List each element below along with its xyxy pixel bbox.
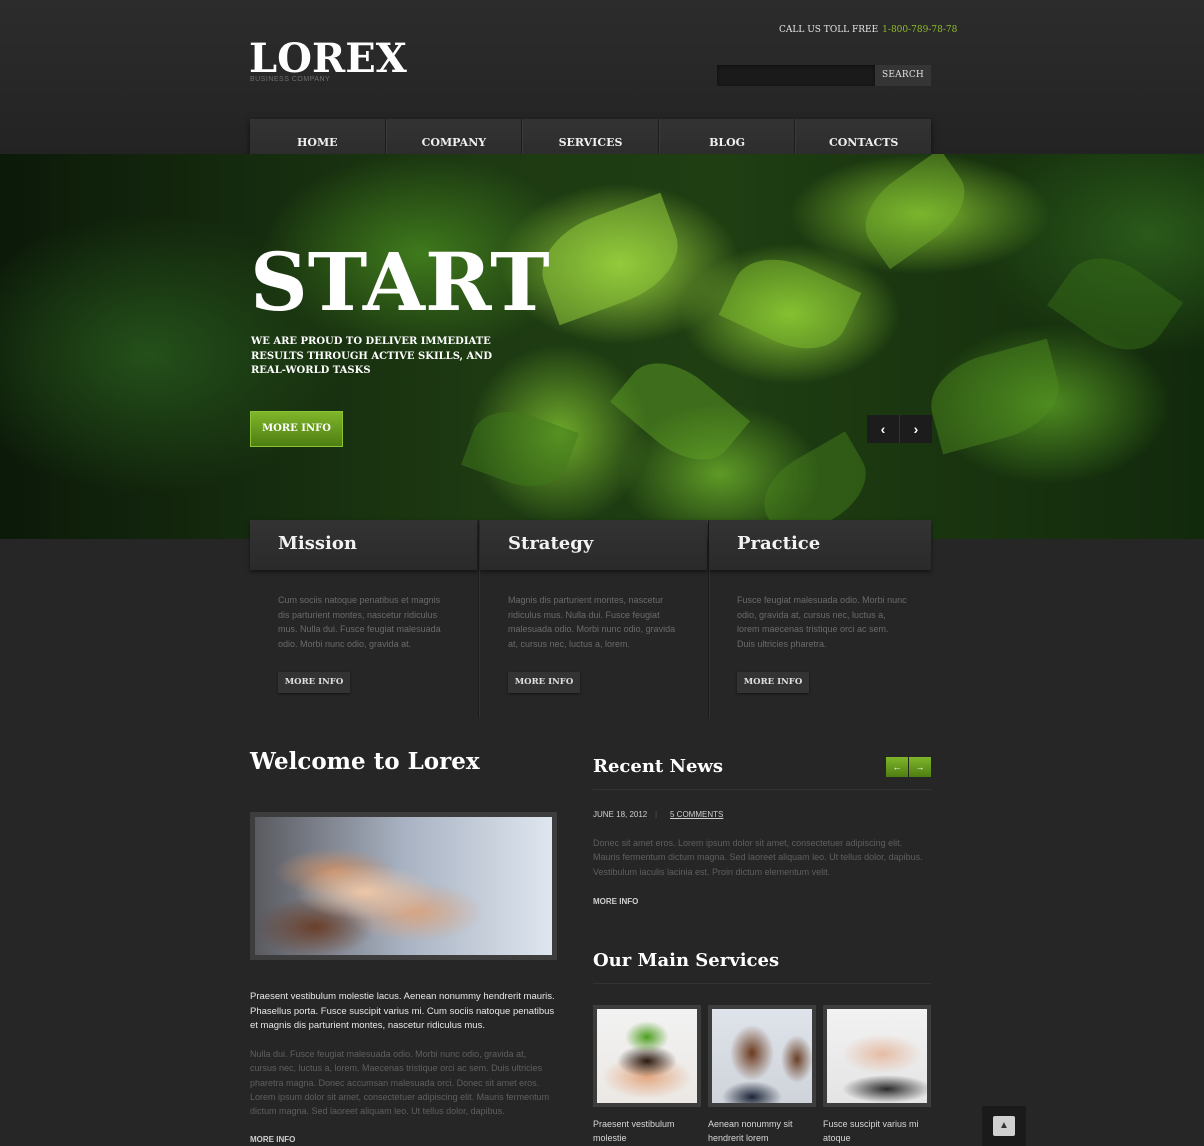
feature-strategy: Strategy Magnis dis parturient montes, n… <box>480 520 707 718</box>
nav-label: SERVICES <box>558 136 623 149</box>
news-body: Donec sit amet eros. Lorem ipsum dolor s… <box>593 838 923 877</box>
slide-more-info-button[interactable]: MORE INFO <box>250 411 343 447</box>
service-item[interactable]: Fusce suscipit varius mi atoque <box>823 1005 931 1145</box>
nav-label: CONTACTS <box>828 136 899 149</box>
feature-text: Cum sociis natoque penatibus et magnis d… <box>278 595 441 649</box>
arrow-right-icon[interactable]: → <box>909 757 931 777</box>
scroll-top: ▲ <box>982 1106 1026 1146</box>
more-info-button[interactable]: MORE INFO <box>508 672 580 693</box>
welcome-lead: Praesent vestibulum molestie lacus. Aene… <box>250 991 555 1031</box>
feature-title: Practice <box>737 533 821 554</box>
slide-heading: START <box>250 235 550 329</box>
feature-text: Magnis dis parturient montes, nascetur r… <box>508 595 676 649</box>
service-thumbnail[interactable] <box>593 1005 701 1107</box>
news-date: JUNE 18, 2012 <box>593 810 648 819</box>
arrow-left-icon[interactable]: ← <box>886 757 908 777</box>
slide-text: WE ARE PROUD TO DELIVER IMMEDIATE RESULT… <box>251 336 493 376</box>
service-thumbnail[interactable] <box>823 1005 931 1107</box>
search-input[interactable] <box>717 65 875 86</box>
news-more-info-link[interactable]: MORE INFO <box>593 897 638 906</box>
arrow-up-icon[interactable]: ▲ <box>993 1116 1015 1136</box>
divider <box>593 983 931 984</box>
service-item[interactable]: Aenean nonummy sit hendrerit lorem <box>708 1005 816 1145</box>
service-item[interactable]: Praesent vestibulum molestie <box>593 1005 701 1145</box>
welcome-title: Welcome to Lorex <box>250 748 480 775</box>
features-panel: Mission Cum sociis natoque penatibus et … <box>250 520 931 718</box>
logo-tagline: BUSINESS COMPANY <box>250 76 331 83</box>
phone-label: CALL US TOLL FREE <box>779 25 879 35</box>
nav-label: BLOG <box>709 136 746 149</box>
feature-mission: Mission Cum sociis natoque penatibus et … <box>250 520 477 718</box>
feature-text: Fusce feugiat malesuada odio. Morbi nunc… <box>737 595 907 649</box>
welcome-image <box>250 812 557 960</box>
welcome-body: Nulla dui. Fusce feugiat malesuada odio.… <box>250 1049 550 1117</box>
hero-slider-image <box>0 154 1204 539</box>
nav-label: HOME <box>297 136 338 149</box>
nav-label: COMPANY <box>421 136 487 149</box>
more-info-button[interactable]: MORE INFO <box>278 672 350 693</box>
news-title: Recent News <box>593 756 724 777</box>
service-thumbnail[interactable] <box>708 1005 816 1107</box>
news-comments-link[interactable]: 5 COMMENTS <box>670 810 723 819</box>
feature-practice: Practice Fusce feugiat malesuada odio. M… <box>709 520 931 718</box>
search-button[interactable]: SEARCH <box>875 65 931 86</box>
chevron-left-icon[interactable]: ‹ <box>867 415 900 443</box>
phone-number: 1-800-789-78-78 <box>882 25 958 35</box>
service-label[interactable]: Fusce suscipit varius mi atoque <box>823 1117 931 1145</box>
chevron-right-icon[interactable]: › <box>900 415 932 443</box>
service-label[interactable]: Praesent vestibulum molestie <box>593 1117 701 1145</box>
services-title: Our Main Services <box>593 950 780 971</box>
service-label[interactable]: Aenean nonummy sit hendrerit lorem <box>708 1117 816 1145</box>
more-info-button[interactable]: MORE INFO <box>737 672 809 693</box>
phone-info: CALL US TOLL FREE 1-800-789-78-78 <box>779 25 957 35</box>
feature-title: Mission <box>278 533 357 554</box>
feature-title: Strategy <box>508 533 594 554</box>
divider <box>593 789 931 790</box>
news-separator: | <box>655 810 658 819</box>
welcome-more-info-link[interactable]: MORE INFO <box>250 1135 295 1144</box>
